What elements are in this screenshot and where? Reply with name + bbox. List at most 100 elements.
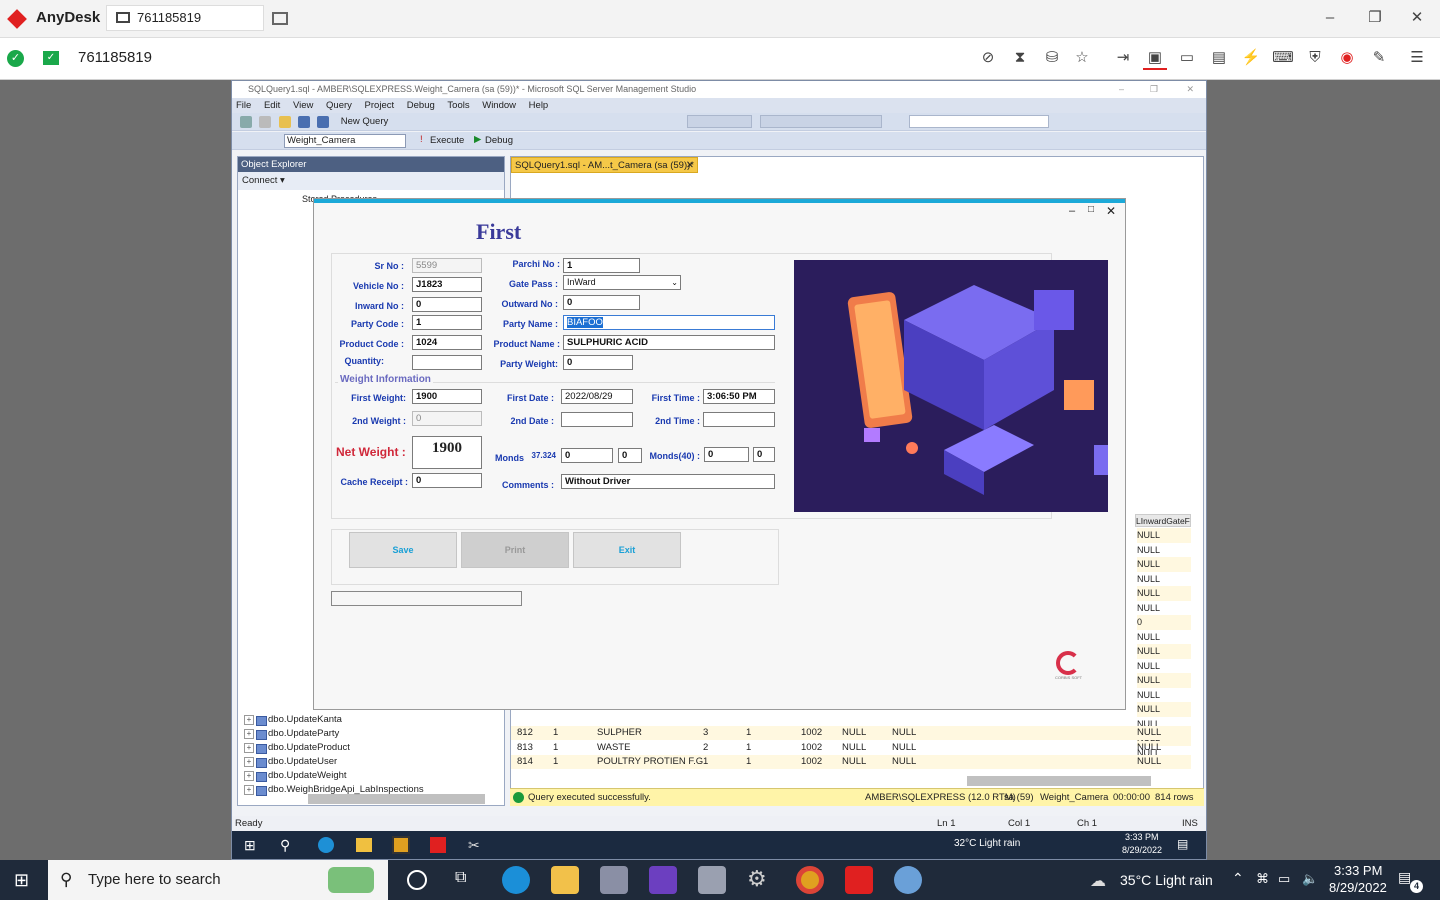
- parchi-no-field[interactable]: 1: [563, 258, 640, 273]
- menu-debug[interactable]: Debug: [407, 100, 435, 111]
- monds40-seer-field[interactable]: 0: [753, 447, 775, 462]
- ssms-restore-icon[interactable]: ❐: [1150, 81, 1158, 98]
- second-time-field[interactable]: [703, 412, 775, 427]
- null-cell[interactable]: NULL: [1137, 673, 1191, 688]
- restore-icon[interactable]: ❐: [1363, 6, 1387, 30]
- execute-button[interactable]: Execute: [430, 135, 464, 146]
- table-row[interactable]: 814 1 POULTRY PROTIEN F.G 1 1 1002 NULL NULL NUL…: [511, 755, 1191, 769]
- remote-explorer-icon[interactable]: [356, 838, 372, 852]
- new-query-button[interactable]: New Query: [341, 116, 389, 127]
- comments-field[interactable]: Without Driver: [561, 474, 775, 489]
- tab-close-icon[interactable]: ✕: [686, 158, 694, 174]
- monds-field[interactable]: 0: [561, 448, 613, 463]
- null-cell[interactable]: NULL: [1137, 644, 1191, 659]
- record-icon[interactable]: ◉: [1335, 46, 1359, 70]
- ssms-close-icon[interactable]: ✕: [1186, 81, 1194, 98]
- chrome-icon[interactable]: [796, 866, 824, 894]
- remote-edge-icon[interactable]: [318, 837, 334, 853]
- remote-tools-icon[interactable]: ✂: [468, 837, 480, 854]
- menu-query[interactable]: Query: [326, 100, 352, 111]
- file-explorer-icon[interactable]: [551, 866, 579, 894]
- permissions-icon[interactable]: ⛨: [1303, 46, 1327, 70]
- connect-button[interactable]: Connect ▾: [242, 175, 285, 186]
- cache-receipt-field[interactable]: 0: [412, 473, 482, 488]
- sr-no-field[interactable]: 5599: [412, 258, 482, 273]
- keyboard-icon[interactable]: ⌨: [1271, 46, 1295, 70]
- tree-item[interactable]: dbo.WeighBridgeApi_LabInspections: [238, 783, 488, 797]
- menu-file[interactable]: File: [236, 100, 251, 111]
- null-cell[interactable]: NULL: [1137, 528, 1191, 543]
- tree-item[interactable]: dbo.UpdateUser: [238, 755, 488, 769]
- party-name-field[interactable]: BIAFOO: [563, 315, 775, 330]
- network-icon[interactable]: ▭: [1278, 871, 1290, 887]
- party-code-field[interactable]: 1: [412, 315, 482, 330]
- monds-seer-field[interactable]: 0: [618, 448, 642, 463]
- party-weight-field[interactable]: 0: [563, 355, 633, 370]
- column-header[interactable]: LInwardGateF: [1135, 514, 1191, 527]
- debug-button[interactable]: Debug: [485, 135, 513, 146]
- meet-icon[interactable]: ⌘: [1256, 871, 1269, 887]
- display-1-icon[interactable]: ▣: [1143, 46, 1167, 70]
- remote-start-icon[interactable]: ⊞: [244, 837, 256, 854]
- dialog-maximize-icon[interactable]: □: [1088, 204, 1094, 215]
- product-name-field[interactable]: SULPHURIC ACID: [563, 335, 775, 350]
- exit-button[interactable]: Exit: [573, 532, 681, 568]
- null-cell[interactable]: 0: [1137, 615, 1191, 630]
- results-hscrollbar[interactable]: [967, 776, 1151, 786]
- new-project-icon[interactable]: [240, 116, 252, 128]
- null-cell[interactable]: NULL: [1137, 702, 1191, 717]
- volume-icon[interactable]: 🔈: [1302, 871, 1318, 887]
- null-cell[interactable]: NULL: [1137, 659, 1191, 674]
- null-cell[interactable]: NULL: [1137, 543, 1191, 558]
- menu-project[interactable]: Project: [365, 100, 395, 111]
- taskbar-search[interactable]: ⚲ Type here to search: [48, 860, 388, 900]
- add-item-icon[interactable]: [259, 116, 272, 128]
- outward-no-field[interactable]: 0: [563, 295, 640, 310]
- start-icon[interactable]: ⊞: [14, 870, 29, 891]
- remote-notification-icon[interactable]: ▤: [1177, 837, 1188, 851]
- menu-view[interactable]: View: [293, 100, 313, 111]
- tree-item[interactable]: dbo.UpdateParty: [238, 727, 488, 741]
- clock-date[interactable]: 8/29/2022: [1329, 880, 1387, 895]
- settings-gear-icon[interactable]: ⚙: [747, 866, 767, 892]
- session-tab[interactable]: 761185819: [106, 5, 264, 31]
- remote-anydesk-icon[interactable]: [430, 837, 446, 853]
- print-button[interactable]: Print: [461, 532, 569, 568]
- second-date-field[interactable]: [561, 412, 633, 427]
- vehicle-no-field[interactable]: J1823: [412, 277, 482, 292]
- close-icon[interactable]: ✕: [1405, 6, 1429, 30]
- ssms-minimize-icon[interactable]: –: [1119, 81, 1124, 98]
- notification-icon[interactable]: ▤: [1398, 869, 1411, 886]
- display-icon[interactable]: ▭: [1175, 46, 1199, 70]
- database-selector[interactable]: Weight_Camera: [284, 134, 406, 148]
- save-icon[interactable]: [298, 116, 311, 128]
- product-code-field[interactable]: 1024: [412, 335, 482, 350]
- cortana-icon[interactable]: [407, 870, 427, 890]
- null-cell[interactable]: NULL: [1137, 572, 1191, 587]
- monds40-field[interactable]: 0: [704, 447, 749, 462]
- menu-edit[interactable]: Edit: [264, 100, 280, 111]
- platform-dropdown[interactable]: [760, 115, 882, 128]
- menu-help[interactable]: Help: [529, 100, 549, 111]
- solution-config-dropdown[interactable]: [687, 115, 752, 128]
- first-date-field[interactable]: 2022/08/29: [561, 389, 633, 404]
- open-icon[interactable]: [278, 116, 291, 128]
- task-view-icon[interactable]: ⧉: [455, 869, 466, 887]
- paint-icon[interactable]: [894, 866, 922, 894]
- remote-search-icon[interactable]: ⚲: [280, 837, 290, 854]
- file-transfer-icon[interactable]: ⇥: [1111, 46, 1135, 70]
- favorite-icon[interactable]: ☆: [1070, 46, 1094, 70]
- find-box[interactable]: [909, 115, 1049, 128]
- dialog-minimize-icon[interactable]: –: [1069, 205, 1075, 217]
- anydesk-taskbar-icon[interactable]: [845, 866, 873, 894]
- null-cell[interactable]: NULL: [1137, 586, 1191, 601]
- chat-off-icon[interactable]: ⊘: [976, 46, 1000, 70]
- null-cell[interactable]: NULL: [1137, 557, 1191, 572]
- action-icon[interactable]: ⚡: [1239, 46, 1263, 70]
- first-weight-field[interactable]: 1900: [412, 389, 482, 404]
- menu-icon[interactable]: ☰: [1405, 46, 1429, 70]
- tree-item[interactable]: dbo.UpdateKanta: [238, 713, 488, 727]
- chat-icon[interactable]: ▤: [1207, 46, 1231, 70]
- inward-no-field[interactable]: 0: [412, 297, 482, 312]
- null-cell[interactable]: NULL: [1137, 630, 1191, 645]
